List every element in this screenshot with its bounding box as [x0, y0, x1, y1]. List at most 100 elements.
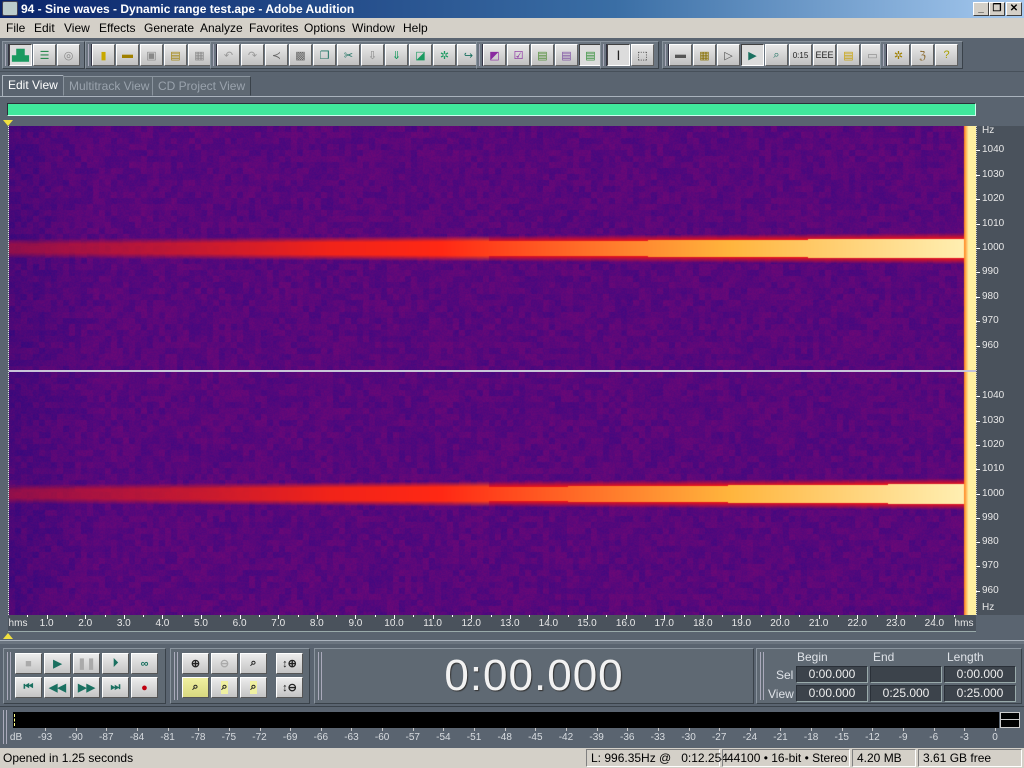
- overview-bar[interactable]: [7, 103, 976, 116]
- menu-file[interactable]: File: [6, 18, 25, 38]
- trim-button[interactable]: ⇩: [361, 44, 384, 66]
- panel-grip[interactable]: [174, 652, 178, 700]
- app-icon[interactable]: [2, 1, 18, 16]
- panel-grip[interactable]: [3, 710, 7, 744]
- edit-view-button[interactable]: ▟▙: [9, 44, 32, 66]
- cd-project-view-button[interactable]: ◎: [57, 44, 80, 66]
- menu-effects[interactable]: Effects: [99, 18, 135, 38]
- record-button[interactable]: ●: [131, 677, 158, 698]
- undo-button[interactable]: ↶: [217, 44, 240, 66]
- go-to-beginning-button[interactable]: ⏮: [15, 677, 42, 698]
- view-end-field[interactable]: 0:25.000: [870, 685, 942, 702]
- spectral-frequency-button[interactable]: ▤: [531, 44, 554, 66]
- show-time-button[interactable]: 0:15: [789, 44, 812, 66]
- paste-new-icon: ◪: [415, 49, 426, 62]
- time-axis[interactable]: 1.0 2.0 3.0 4.0 5.0 6.0 7.0 8.0 9.0 10.0 11.0 12.0 1…: [8, 615, 976, 632]
- marquee-tool-button[interactable]: ⬚: [631, 44, 654, 66]
- cut-button[interactable]: ✂: [337, 44, 360, 66]
- menu-edit[interactable]: Edit: [34, 18, 55, 38]
- zoom-out-horizontal-button[interactable]: ⊖: [211, 653, 238, 674]
- frequency-tick-label: 960: [982, 339, 999, 351]
- zoom-to-left-selection-button[interactable]: ⌕: [182, 677, 209, 698]
- help-button[interactable]: ?: [935, 44, 958, 66]
- copy-icon: ❐: [319, 49, 330, 62]
- redo-button[interactable]: ↷: [241, 44, 264, 66]
- skip-back-icon: ⏮: [23, 681, 34, 693]
- spectral-pan-button[interactable]: ▤: [555, 44, 578, 66]
- sel-end-field[interactable]: [870, 666, 942, 683]
- playhead-bottom-marker[interactable]: [3, 633, 13, 639]
- spectrogram-display[interactable]: [8, 126, 977, 615]
- sel-length-field[interactable]: 0:00.000: [944, 666, 1016, 683]
- tab-edit-view[interactable]: Edit View: [2, 75, 64, 97]
- spectral-phase-button[interactable]: ▤: [579, 44, 602, 66]
- pause-button[interactable]: ❚❚: [73, 653, 100, 674]
- go-to-end-button[interactable]: ⏭: [102, 677, 129, 698]
- spectral-toggle-button[interactable]: ☑: [507, 44, 530, 66]
- zoom-in-horizontal-button[interactable]: ⊕: [182, 653, 209, 674]
- settings-button[interactable]: ✲: [887, 44, 910, 66]
- tab-cd-project-view[interactable]: CD Project View: [152, 76, 252, 96]
- menu-window[interactable]: Window: [352, 18, 395, 38]
- stop-button[interactable]: ■: [15, 653, 42, 674]
- play-button[interactable]: ▶: [44, 653, 71, 674]
- status-bar: Opened in 1.25 seconds L: 996.35Hz @ 0:1…: [0, 748, 1024, 768]
- show-favorites-button[interactable]: ▷: [717, 44, 740, 66]
- show-zoom-button[interactable]: ⌕: [765, 44, 788, 66]
- time-selection-tool-button[interactable]: I: [607, 44, 630, 66]
- paste-button[interactable]: ⇓: [385, 44, 408, 66]
- menu-help[interactable]: Help: [403, 18, 428, 38]
- menu-view[interactable]: View: [64, 18, 90, 38]
- db-tick: [872, 728, 874, 731]
- menu-options[interactable]: Options: [304, 18, 345, 38]
- multitrack-view-button[interactable]: ☰: [33, 44, 56, 66]
- db-tick: [627, 728, 629, 731]
- view-begin-field[interactable]: 0:00.000: [796, 685, 868, 702]
- zoom-out-full-button[interactable]: ⌕: [240, 653, 267, 674]
- restore-button[interactable]: ❐: [989, 2, 1005, 16]
- view-label: View: [768, 687, 794, 701]
- frequency-tick: [976, 199, 980, 201]
- play-to-end-button[interactable]: ⏵: [102, 653, 129, 674]
- zoom-in-vertical-button[interactable]: ↕⊕: [276, 653, 303, 674]
- scripts-button[interactable]: ℨ: [911, 44, 934, 66]
- show-level-meters-button[interactable]: ▤: [837, 44, 860, 66]
- save-file-button[interactable]: ▣: [140, 44, 163, 66]
- copy-button[interactable]: ❐: [313, 44, 336, 66]
- panel-grip[interactable]: [7, 652, 11, 700]
- channel-right[interactable]: [9, 372, 977, 615]
- rewind-button[interactable]: ◀◀: [44, 677, 71, 698]
- new-file-button[interactable]: ▮: [92, 44, 115, 66]
- minimize-button[interactable]: _: [973, 2, 989, 16]
- frequency-tick: [976, 150, 980, 152]
- save-as-button[interactable]: ▤: [164, 44, 187, 66]
- mix-paste-button[interactable]: ▩: [289, 44, 312, 66]
- save-all-button[interactable]: ▦: [188, 44, 211, 66]
- menu-generate[interactable]: Generate: [144, 18, 194, 38]
- time-tick: [451, 615, 453, 617]
- panel-grip[interactable]: [760, 652, 764, 700]
- open-file-button[interactable]: ▬: [116, 44, 139, 66]
- sel-begin-field[interactable]: 0:00.000: [796, 666, 868, 683]
- show-selection-button[interactable]: EEE: [813, 44, 836, 66]
- tab-multitrack-view[interactable]: Multitrack View: [63, 76, 156, 96]
- loop-button[interactable]: ∞: [131, 653, 158, 674]
- horizontal-scrollbar[interactable]: [0, 640, 1024, 644]
- show-files-button[interactable]: ▬: [669, 44, 692, 66]
- zoom-out-vertical-button[interactable]: ↕⊖: [276, 677, 303, 698]
- view-length-field[interactable]: 0:25.000: [944, 685, 1016, 702]
- menu-analyze[interactable]: Analyze: [200, 18, 243, 38]
- repeat-last-button[interactable]: ≺: [265, 44, 288, 66]
- show-transport-button[interactable]: ▶: [741, 44, 764, 66]
- menu-favorites[interactable]: Favorites: [249, 18, 298, 38]
- clip-indicator[interactable]: [1000, 712, 1020, 728]
- waveform-display-button[interactable]: ◩: [483, 44, 506, 66]
- zoom-to-right-selection-button[interactable]: ⌕: [240, 677, 267, 698]
- paste-to-new-button[interactable]: ◪: [409, 44, 432, 66]
- channel-left[interactable]: [9, 126, 977, 370]
- zoom-to-selection-button[interactable]: ⌕: [211, 677, 238, 698]
- fast-forward-button[interactable]: ▶▶: [73, 677, 100, 698]
- close-button[interactable]: ✕: [1006, 2, 1022, 16]
- show-effects-button[interactable]: ▦: [693, 44, 716, 66]
- mix-paste-wave-button[interactable]: ✲: [433, 44, 456, 66]
